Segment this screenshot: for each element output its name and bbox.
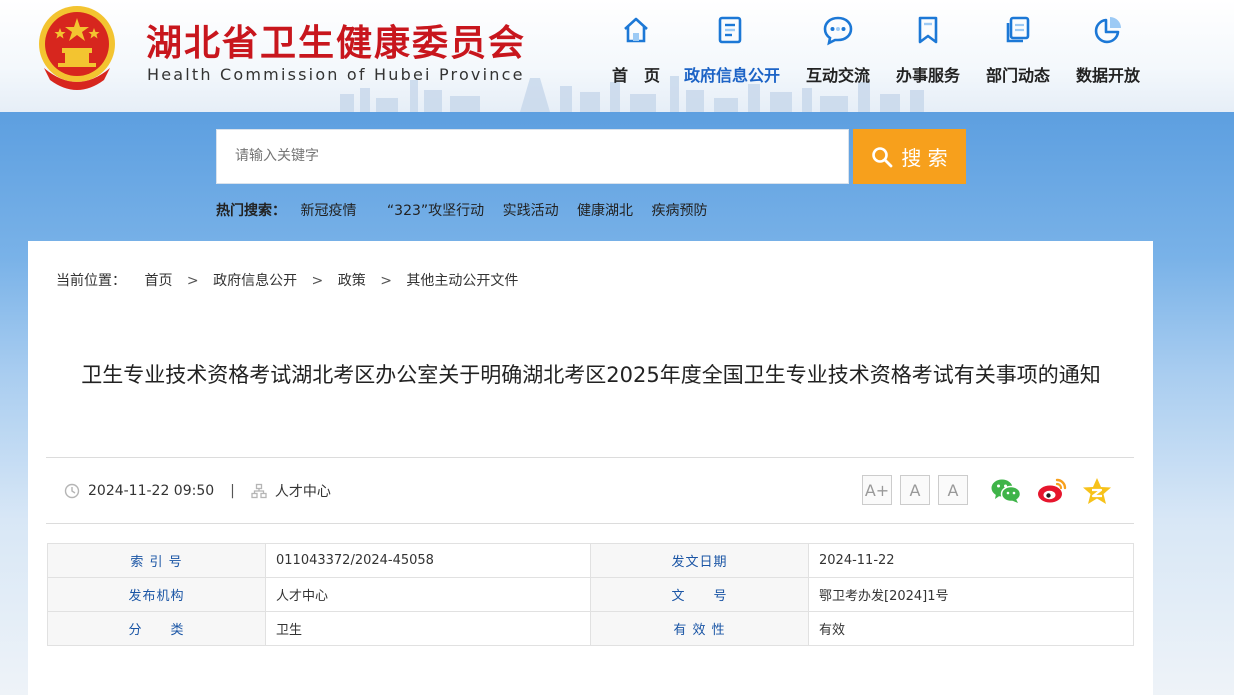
table-row: 索 引 号 011043372/2024-45058 发文日期 2024-11-… bbox=[47, 543, 1134, 578]
site-title: 湖北省卫生健康委员会 bbox=[146, 22, 527, 64]
hot-search-link[interactable]: “323”攻坚行动 bbox=[387, 203, 484, 219]
font-size-controls: A+ A A bbox=[862, 475, 968, 505]
search-input[interactable] bbox=[216, 129, 849, 184]
document-list-icon bbox=[718, 16, 742, 44]
nav-gov-info[interactable]: 政府信息公开 bbox=[684, 14, 781, 94]
hot-search-link[interactable]: 疾病预防 bbox=[652, 203, 708, 219]
nav-department-news[interactable]: 部门动态 bbox=[972, 14, 1064, 94]
qzone-icon[interactable] bbox=[1082, 477, 1112, 509]
breadcrumb: 当前位置： 首页 > 政府信息公开 > 政策 > 其他主动公开文件 bbox=[56, 270, 518, 290]
weibo-icon[interactable] bbox=[1036, 477, 1068, 509]
info-value: 2024-11-22 bbox=[808, 543, 1134, 578]
nav-home[interactable]: 首 页 bbox=[590, 14, 682, 94]
info-value: 011043372/2024-45058 bbox=[265, 543, 591, 578]
nav-services[interactable]: 办事服务 bbox=[882, 14, 974, 94]
info-label: 有 效 性 bbox=[590, 611, 809, 646]
article-card: 当前位置： 首页 > 政府信息公开 > 政策 > 其他主动公开文件 卫生专业技术… bbox=[28, 241, 1153, 695]
nav-interaction[interactable]: 互动交流 bbox=[792, 14, 884, 94]
search-button[interactable]: 搜 索 bbox=[853, 129, 966, 184]
nav-label: 部门动态 bbox=[985, 66, 1050, 85]
article-title: 卫生专业技术资格考试湖北考区办公室关于明确湖北考区2025年度全国卫生专业技术资… bbox=[81, 363, 1101, 387]
national-emblem-logo bbox=[39, 6, 115, 90]
info-value: 有效 bbox=[808, 611, 1134, 646]
info-value: 卫生 bbox=[265, 611, 591, 646]
nav-label: 数据开放 bbox=[1075, 66, 1140, 85]
hot-search-link[interactable]: 健康湖北 bbox=[577, 203, 633, 219]
info-label: 发布机构 bbox=[47, 577, 266, 612]
nav-label: 政府信息公开 bbox=[684, 66, 781, 85]
site-subtitle: Health Commission of Hubei Province bbox=[147, 65, 525, 84]
nav-open-data[interactable]: 数据开放 bbox=[1062, 14, 1154, 94]
breadcrumb-separator: > bbox=[186, 273, 199, 289]
wechat-icon[interactable] bbox=[990, 477, 1022, 509]
font-size-increase-button[interactable]: A+ bbox=[862, 475, 892, 505]
hot-search-link[interactable]: 实践活动 bbox=[503, 203, 559, 219]
breadcrumb-gov-info[interactable]: 政府信息公开 bbox=[213, 273, 297, 289]
breadcrumb-separator: > bbox=[311, 273, 324, 289]
info-label: 分 类 bbox=[47, 611, 266, 646]
divider bbox=[46, 523, 1134, 524]
nav-label: 互动交流 bbox=[805, 66, 870, 85]
home-icon bbox=[624, 17, 648, 43]
site-header: 湖北省卫生健康委员会 Health Commission of Hubei Pr… bbox=[0, 0, 1234, 112]
breadcrumb-lead: 当前位置： bbox=[56, 273, 126, 289]
font-size-decrease-button[interactable]: A bbox=[938, 475, 968, 505]
table-row: 发布机构 人才中心 文 号 鄂卫考办发[2024]1号 bbox=[47, 577, 1134, 612]
hot-searches: 热门搜索： 新冠疫情 “323”攻坚行动 实践活动 健康湖北 疾病预防 bbox=[216, 200, 722, 220]
divider bbox=[46, 457, 1134, 458]
breadcrumb-other-docs[interactable]: 其他主动公开文件 bbox=[406, 273, 518, 289]
info-label: 索 引 号 bbox=[47, 543, 266, 578]
breadcrumb-policy[interactable]: 政策 bbox=[338, 273, 366, 289]
nav-label: 首 页 bbox=[611, 66, 660, 85]
search-icon bbox=[872, 146, 893, 167]
share-buttons bbox=[990, 477, 1112, 509]
font-size-default-button[interactable]: A bbox=[900, 475, 930, 505]
org-structure-icon bbox=[251, 483, 267, 499]
chat-bubble-icon bbox=[823, 16, 853, 46]
hot-searches-title: 热门搜索： bbox=[216, 203, 286, 219]
publish-source: 人才中心 bbox=[274, 484, 331, 500]
copy-icon bbox=[1006, 16, 1030, 43]
publish-datetime: 2024-11-22 09:50 bbox=[88, 483, 215, 499]
info-label: 发文日期 bbox=[590, 543, 809, 578]
info-label: 文 号 bbox=[590, 577, 809, 612]
info-value: 鄂卫考办发[2024]1号 bbox=[808, 577, 1134, 612]
hot-search-link[interactable]: 新冠疫情 bbox=[300, 203, 356, 219]
breadcrumb-home[interactable]: 首页 bbox=[144, 273, 172, 289]
meta-separator: | bbox=[230, 483, 235, 499]
table-row: 分 类 卫生 有 效 性 有效 bbox=[47, 611, 1134, 646]
document-info-table: 索 引 号 011043372/2024-45058 发文日期 2024-11-… bbox=[47, 543, 1134, 646]
info-value: 人才中心 bbox=[265, 577, 591, 612]
clock-icon bbox=[64, 483, 80, 499]
nav-label: 办事服务 bbox=[895, 66, 960, 85]
pie-chart-icon bbox=[1094, 17, 1121, 44]
search-button-label: 搜 索 bbox=[901, 146, 948, 170]
breadcrumb-separator: > bbox=[380, 273, 392, 289]
article-meta: 2024-11-22 09:50 | 人才中心 bbox=[64, 481, 331, 501]
bookmark-icon bbox=[918, 16, 938, 44]
